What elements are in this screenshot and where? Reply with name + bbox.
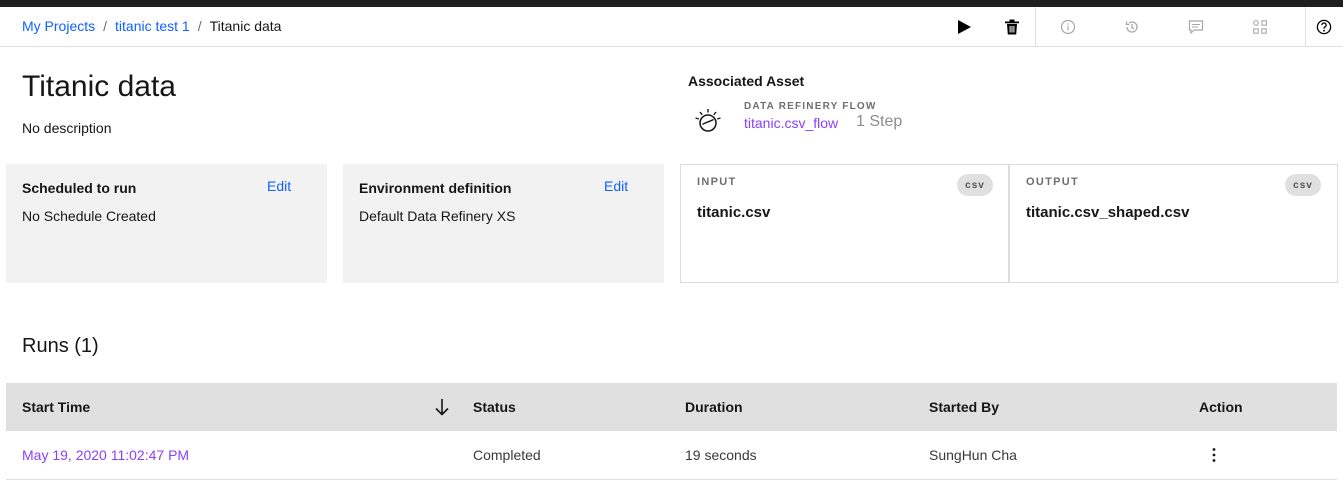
page-header: My Projects / titanic test 1 / Titanic d… [0, 7, 1343, 47]
arrow-down-icon[interactable] [432, 396, 452, 418]
toolbar-divider [1035, 7, 1036, 46]
column-header-start-time[interactable]: Start Time [22, 383, 90, 431]
column-header-duration[interactable]: Duration [685, 383, 743, 431]
run-start-time-link[interactable]: May 19, 2020 11:02:47 PM [22, 431, 189, 479]
associated-asset-heading: Associated Asset [688, 73, 805, 89]
input-label: INPUT [697, 176, 737, 188]
output-file-name: titanic.csv_shaped.csv [1026, 204, 1190, 221]
input-file-name: titanic.csv [697, 204, 771, 221]
help-icon [1316, 19, 1332, 34]
help-button[interactable] [1304, 7, 1343, 46]
breadcrumb-project[interactable]: titanic test 1 [115, 18, 190, 34]
output-format-badge: csv [1285, 174, 1321, 196]
breadcrumb-my-projects[interactable]: My Projects [22, 18, 95, 34]
delete-job-button[interactable] [992, 7, 1032, 46]
output-label: OUTPUT [1026, 176, 1080, 188]
environment-title: Environment definition [359, 180, 512, 196]
schedule-title: Scheduled to run [22, 180, 137, 196]
comments-button[interactable] [1176, 7, 1216, 46]
overflow-menu-icon[interactable] [1204, 445, 1224, 465]
environment-value: Default Data Refinery XS [359, 208, 516, 224]
runs-table: Start Time Status Duration Started By Ac… [6, 383, 1337, 480]
edit-environment-button[interactable]: Edit [604, 178, 628, 194]
play-icon [958, 19, 971, 34]
comment-icon [1188, 19, 1204, 34]
job-description: No description [22, 120, 112, 136]
history-icon [1125, 20, 1138, 33]
breadcrumb: My Projects / titanic test 1 / Titanic d… [22, 18, 281, 34]
column-header-started-by[interactable]: Started By [929, 383, 999, 431]
output-tile: OUTPUT csv titanic.csv_shaped.csv [1009, 164, 1338, 283]
run-job-button[interactable] [944, 7, 984, 46]
column-header-action: Action [1199, 399, 1243, 415]
data-refinery-icon [695, 109, 721, 132]
associated-asset-link[interactable]: titanic.csv_flow [744, 115, 838, 131]
grid-icon [1253, 19, 1267, 34]
info-panel-button[interactable] [1048, 7, 1088, 46]
table-header: Start Time Status Duration Started By Ac… [6, 383, 1337, 431]
top-bar [0, 0, 1343, 7]
breadcrumb-separator: / [197, 18, 202, 34]
asset-type-label: DATA REFINERY FLOW [744, 101, 877, 112]
info-icon [1060, 19, 1076, 34]
input-format-badge: csv [957, 174, 993, 196]
trash-icon [1005, 19, 1019, 34]
run-duration: 19 seconds [685, 447, 757, 463]
page-title: Titanic data [22, 70, 176, 103]
related-assets-button[interactable] [1240, 7, 1280, 46]
asset-step-count: 1 Step [856, 113, 903, 130]
column-header-status[interactable]: Status [473, 383, 516, 431]
runs-heading: Runs (1) [22, 335, 99, 357]
schedule-tile: Scheduled to run Edit No Schedule Create… [6, 164, 327, 283]
table-row: May 19, 2020 11:02:47 PM Completed 19 se… [6, 431, 1337, 480]
version-history-button[interactable] [1112, 7, 1152, 46]
breadcrumb-separator: / [103, 18, 108, 34]
edit-schedule-button[interactable]: Edit [267, 178, 291, 194]
input-tile: INPUT csv titanic.csv [680, 164, 1009, 283]
breadcrumb-current: Titanic data [209, 18, 282, 34]
run-status: Completed [473, 447, 541, 463]
schedule-value: No Schedule Created [22, 208, 156, 224]
environment-tile: Environment definition Edit Default Data… [343, 164, 664, 283]
run-started-by: SungHun Cha [929, 447, 1017, 463]
